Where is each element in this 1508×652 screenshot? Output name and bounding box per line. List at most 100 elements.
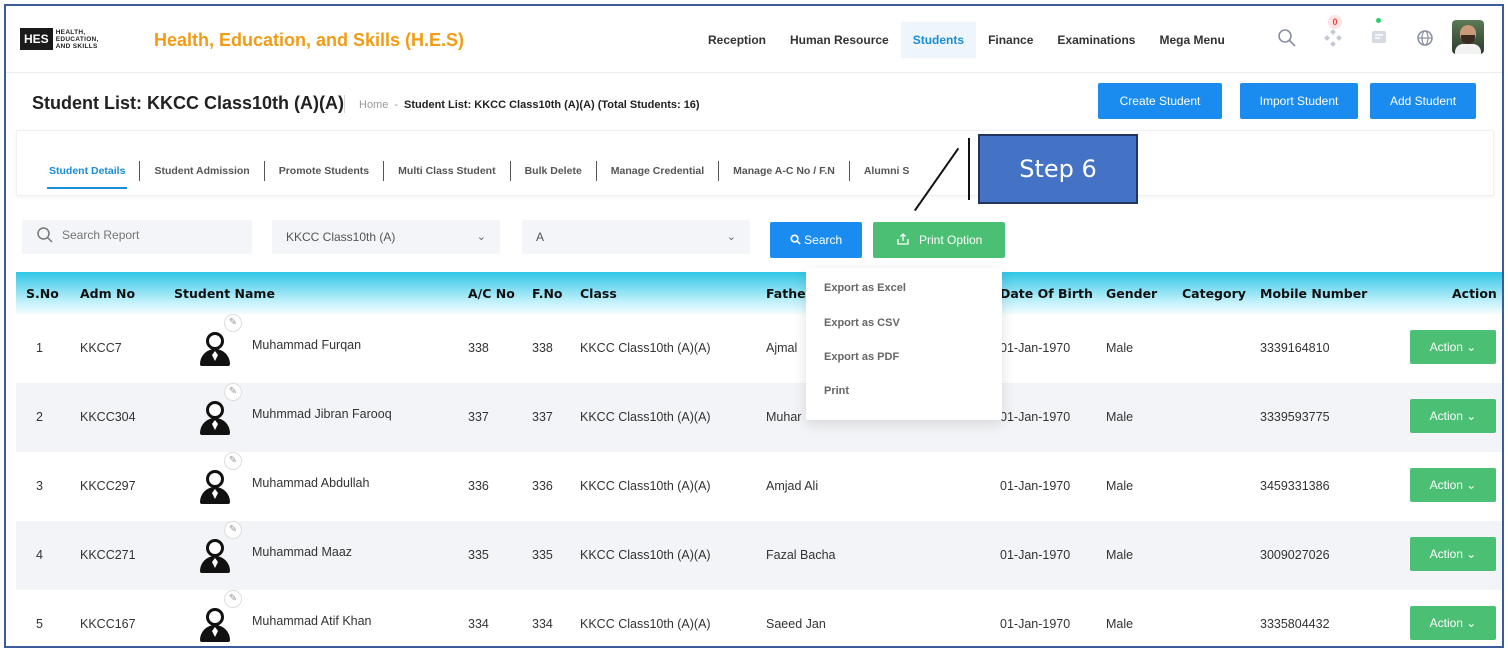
tab-alumni[interactable]: Alumni S — [850, 165, 924, 177]
cell-dob: 01-Jan-1970 — [1000, 341, 1071, 355]
app-frame: HES HEALTH, EDUCATION, AND SKILLS Health… — [4, 4, 1504, 648]
cell-fno: 334 — [532, 617, 553, 631]
tab-student-details[interactable]: Student Details — [35, 165, 139, 189]
col-ac-no: A/C No — [468, 286, 515, 301]
chevron-down-icon: ⌄ — [726, 231, 736, 243]
edit-icon[interactable]: ✎ — [224, 521, 242, 539]
logo-abbr: HES — [20, 28, 53, 50]
cell-gender: Male — [1106, 548, 1134, 562]
cell-student-name[interactable]: Muhammad Atif Khan — [252, 614, 372, 628]
menu-item-mega-menu[interactable]: Mega Menu — [1147, 22, 1236, 58]
col-class: Class — [580, 286, 617, 301]
search-report-box[interactable] — [22, 220, 252, 254]
cell-student-name[interactable]: Muhammad Furqan — [252, 338, 361, 352]
edit-icon[interactable]: ✎ — [224, 314, 242, 332]
chat-icon[interactable] — [1368, 18, 1390, 50]
action-button[interactable]: Action ⌄ — [1410, 399, 1496, 433]
cell-gender: Male — [1106, 617, 1134, 631]
menu-item-students[interactable]: Students — [900, 22, 977, 58]
online-dot — [1376, 18, 1381, 23]
tab-bulk-delete[interactable]: Bulk Delete — [511, 165, 596, 177]
cell-class: KKCC Class10th (A)(A) — [580, 479, 711, 493]
breadcrumb-divider — [344, 95, 345, 113]
globe-icon[interactable] — [1414, 28, 1436, 50]
table-row[interactable]: 5 KKCC167 ✎ Muhammad Atif Khan 334 334 K… — [16, 590, 1502, 646]
action-button[interactable]: Action ⌄ — [1410, 330, 1496, 364]
menu-item-finance[interactable]: Finance — [976, 22, 1045, 58]
cell-class: KKCC Class10th (A)(A) — [580, 617, 711, 631]
cell-student-name[interactable]: Muhammad Abdullah — [252, 476, 369, 490]
menu-item-examinations[interactable]: Examinations — [1045, 22, 1147, 58]
sub-tabs: Student Details Student Admission Promot… — [35, 161, 924, 189]
cell-student-name[interactable]: Muhmmad Jibran Farooq — [252, 407, 392, 421]
page-title: Student List: KKCC Class10th (A)(A) — [32, 93, 345, 113]
table-row[interactable]: 3 KKCC297 ✎ Muhammad Abdullah 336 336 KK… — [16, 452, 1502, 521]
menu-item-print[interactable]: Print — [824, 385, 849, 397]
action-button[interactable]: Action ⌄ — [1410, 468, 1496, 502]
top-icons: 0 — [1276, 15, 1436, 50]
avatar-beard — [1461, 35, 1475, 44]
cell-student-name[interactable]: Muhammad Maaz — [252, 545, 352, 559]
edit-icon[interactable]: ✎ — [224, 383, 242, 401]
tab-promote-students[interactable]: Promote Students — [265, 165, 383, 177]
cell-ac-no: 337 — [468, 410, 489, 424]
apps-icon[interactable]: 0 — [1322, 15, 1344, 50]
print-option-button[interactable]: Print Option — [873, 222, 1005, 258]
col-category: Category — [1182, 286, 1246, 301]
cell-sno: 3 — [36, 479, 43, 493]
breadcrumb-current: Student List: KKCC Class10th (A)(A) (Tot… — [404, 99, 700, 111]
cell-mobile: 3009027026 — [1260, 548, 1330, 562]
class-select[interactable]: KKCC Class10th (A) ⌄ — [272, 220, 500, 254]
cell-mobile: 3339593775 — [1260, 410, 1330, 424]
upload-icon — [896, 233, 919, 247]
col-adm-no: Adm No — [80, 286, 136, 301]
user-avatar[interactable] — [1452, 20, 1484, 54]
step-annotation: Step 6 — [978, 134, 1138, 204]
action-button[interactable]: Action ⌄ — [1410, 606, 1496, 640]
tab-manage-ac-no[interactable]: Manage A-C No / F.N — [719, 165, 849, 177]
cell-sno: 2 — [36, 410, 43, 424]
edit-icon[interactable]: ✎ — [224, 590, 242, 608]
breadcrumb-separator: - — [394, 99, 399, 111]
table-row[interactable]: 4 KKCC271 ✎ Muhammad Maaz 335 335 KKCC C… — [16, 521, 1502, 590]
search-button-label: Search — [804, 233, 843, 247]
tab-manage-credential[interactable]: Manage Credential — [597, 165, 718, 177]
cell-gender: Male — [1106, 410, 1134, 424]
create-student-button[interactable]: Create Student — [1098, 83, 1222, 119]
menu-item-export-excel[interactable]: Export as Excel — [824, 282, 906, 294]
page-header: Student List: KKCC Class10th (A)(A) Home… — [6, 72, 1502, 128]
filter-bar: KKCC Class10th (A) ⌄ A ⌄ Search Print Op… — [16, 218, 1494, 262]
add-student-button[interactable]: Add Student — [1370, 83, 1476, 119]
cell-class: KKCC Class10th (A)(A) — [580, 548, 711, 562]
menu-item-reception[interactable]: Reception — [696, 22, 778, 58]
menu-item-export-csv[interactable]: Export as CSV — [824, 317, 900, 329]
menu-item-human-resource[interactable]: Human Resource — [778, 22, 901, 58]
table-row[interactable]: 1 KKCC7 ✎ Muhammad Furqan 338 338 KKCC C… — [16, 314, 1502, 383]
search-icon — [790, 233, 804, 247]
action-button[interactable]: Action ⌄ — [1410, 537, 1496, 571]
annotation-line — [968, 138, 970, 200]
breadcrumb-home[interactable]: Home — [359, 99, 388, 111]
search-button[interactable]: Search — [770, 222, 862, 258]
search-report-input[interactable] — [62, 228, 242, 242]
tab-student-admission[interactable]: Student Admission — [140, 165, 263, 177]
logo-tag-line: EDUCATION, — [55, 35, 99, 43]
import-student-button[interactable]: Import Student — [1240, 83, 1358, 119]
table-row[interactable]: 2 KKCC304 ✎ Muhmmad Jibran Farooq 337 33… — [16, 383, 1502, 452]
section-select[interactable]: A ⌄ — [522, 220, 750, 254]
edit-icon[interactable]: ✎ — [224, 452, 242, 470]
cell-adm-no: KKCC167 — [80, 617, 136, 631]
tab-multi-class-student[interactable]: Multi Class Student — [384, 165, 509, 177]
cell-dob: 01-Jan-1970 — [1000, 617, 1071, 631]
logo[interactable]: HES HEALTH, EDUCATION, AND SKILLS — [20, 28, 99, 50]
student-avatar-icon: ✎ — [194, 521, 242, 579]
print-option-menu: Export as Excel Export as CSV Export as … — [806, 268, 1002, 420]
student-avatar-icon: ✎ — [194, 383, 242, 441]
col-sno: S.No — [26, 286, 59, 301]
menu-item-export-pdf[interactable]: Export as PDF — [824, 351, 899, 363]
cell-gender: Male — [1106, 341, 1134, 355]
search-icon[interactable] — [1276, 28, 1298, 50]
cell-sno: 4 — [36, 548, 43, 562]
section-select-value: A — [536, 230, 545, 244]
cell-mobile: 3335804432 — [1260, 617, 1330, 631]
